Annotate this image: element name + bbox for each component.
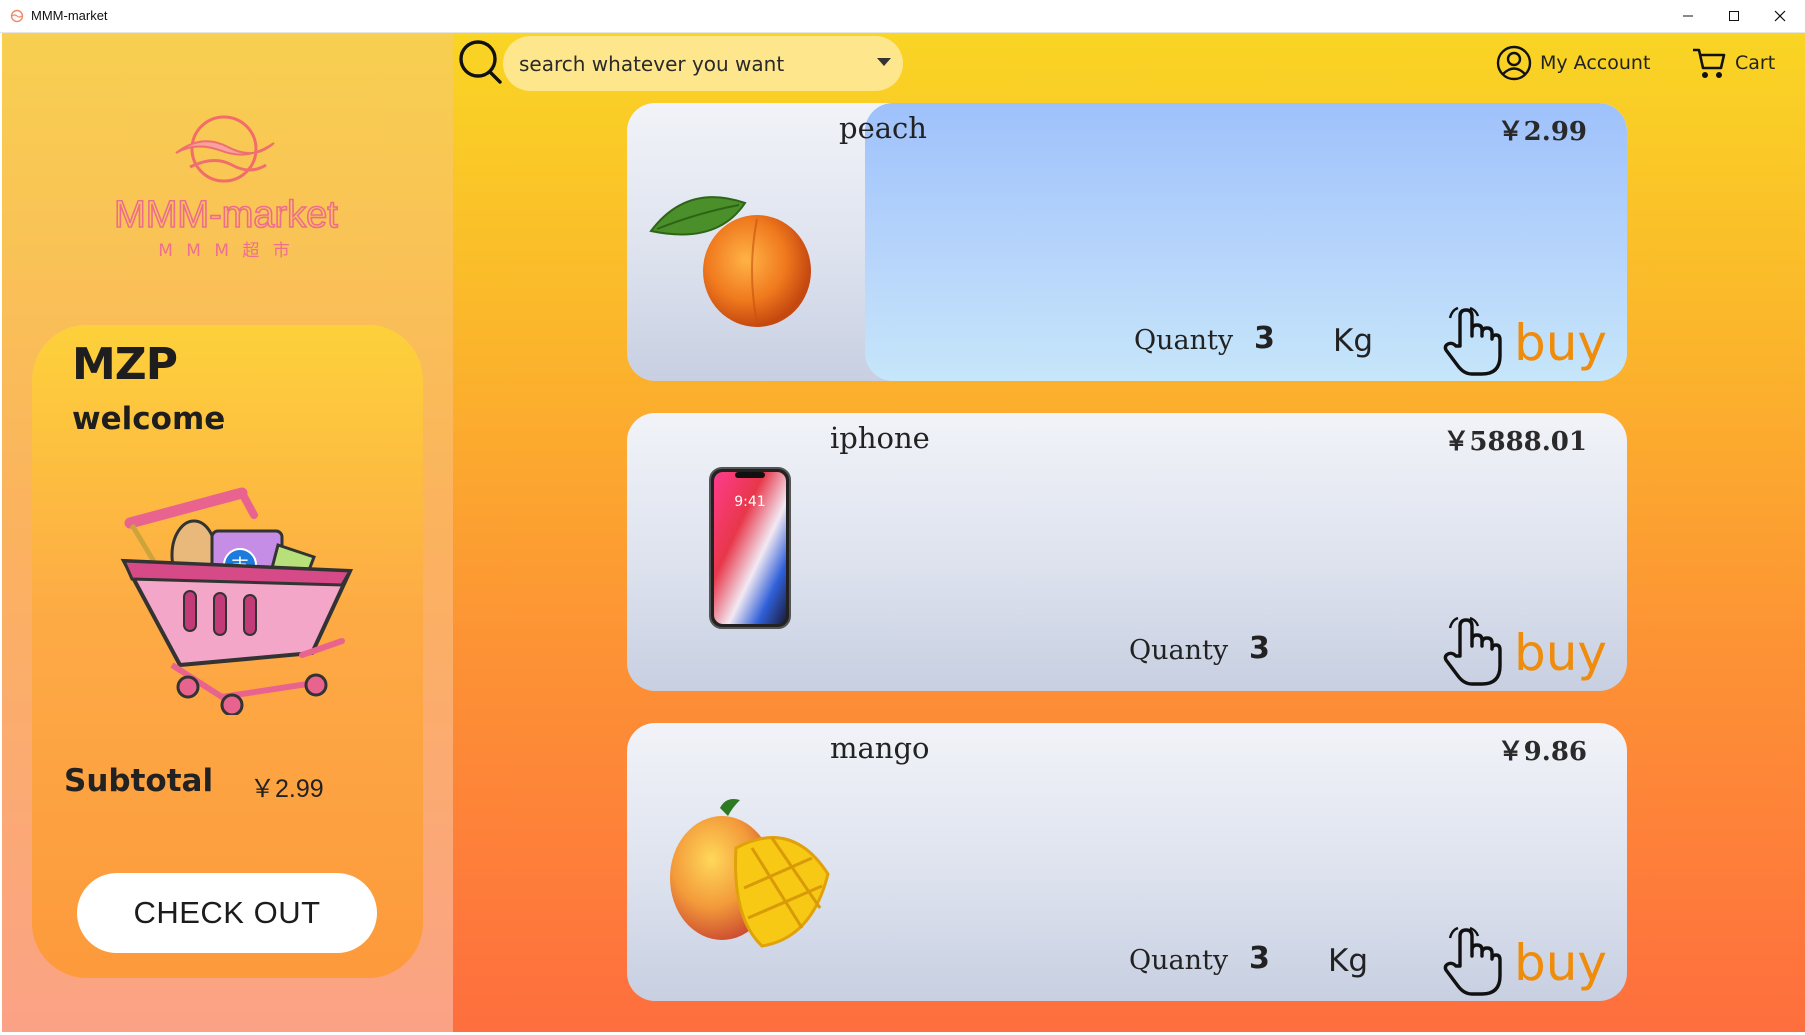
cart-icon: [1693, 48, 1726, 78]
product-price: ￥9.86: [1497, 737, 1587, 767]
quantity-value[interactable]: 3: [1249, 941, 1270, 976]
quantity-value[interactable]: 3: [1249, 631, 1270, 666]
cart-button[interactable]: Cart: [1691, 43, 1775, 83]
sidebar: MMM-market M M M 超 市 MZP welcome 支: [2, 33, 453, 1032]
logo-subtitle: M M M 超 市: [158, 241, 294, 261]
quantity-label: Quanty: [1134, 325, 1234, 356]
title-bar: MMM-market: [0, 0, 1805, 33]
cart-label: Cart: [1735, 52, 1776, 74]
minimize-button[interactable]: [1665, 0, 1711, 32]
maximize-button[interactable]: [1711, 0, 1757, 32]
iphone-image: 9:41: [709, 467, 791, 629]
buy-label: buy: [1513, 314, 1607, 372]
checkout-button[interactable]: CHECK OUT: [77, 873, 377, 953]
product-name: iphone: [830, 421, 930, 455]
minimize-icon: [1683, 15, 1693, 17]
product-price: ￥2.99: [1497, 117, 1587, 147]
welcome-text: welcome: [72, 401, 226, 437]
maximize-icon: [1729, 11, 1739, 21]
buy-button-mango[interactable]: buy: [1442, 918, 1607, 998]
pointing-hand-icon: [1443, 926, 1502, 996]
my-account-label: My Account: [1540, 52, 1651, 74]
close-icon: [1774, 10, 1786, 22]
window-title: MMM-market: [31, 8, 108, 23]
quantity-unit: Kg: [1333, 323, 1374, 359]
search-icon[interactable]: [457, 39, 503, 85]
buy-label: buy: [1513, 934, 1607, 992]
product-card-iphone: 9:41 iphone ￥5888.01 Quanty 3 buy: [627, 413, 1627, 691]
product-name: peach: [839, 111, 927, 145]
quantity-label: Quanty: [1129, 635, 1229, 666]
quantity-label: Quanty: [1129, 945, 1229, 976]
close-button[interactable]: [1757, 0, 1803, 32]
search-input[interactable]: [517, 49, 861, 79]
buy-label: buy: [1513, 624, 1607, 682]
subtotal-value: ￥2.99: [250, 775, 324, 803]
subtotal-label: Subtotal: [64, 763, 214, 799]
logo-wordmark: MMM-market: [114, 194, 338, 236]
peach-image: [649, 196, 811, 327]
user-name: MZP: [72, 339, 178, 390]
pointing-hand-icon: [1443, 306, 1502, 376]
search-dropdown-arrow-icon[interactable]: [877, 58, 891, 66]
svg-text:9:41: 9:41: [734, 494, 765, 510]
shopping-basket-icon: 支: [120, 487, 354, 715]
app-logo-icon: [10, 9, 24, 23]
mmm-market-logo: MMM-market M M M 超 市: [113, 115, 339, 261]
mango-image: [670, 799, 830, 948]
quantity-unit: Kg: [1328, 943, 1369, 979]
user-card: MZP welcome 支 Subtotal: [32, 325, 423, 978]
product-name: mango: [830, 731, 930, 765]
buy-button-peach[interactable]: buy: [1442, 298, 1607, 378]
pointing-hand-icon: [1443, 616, 1502, 686]
quantity-value[interactable]: 3: [1254, 321, 1275, 356]
user-icon: [1496, 45, 1532, 81]
product-card-mango: mango ￥9.86 Quanty 3 Kg buy: [627, 723, 1627, 1001]
product-price: ￥5888.01: [1443, 427, 1587, 457]
my-account-button[interactable]: My Account: [1496, 43, 1650, 83]
buy-button-iphone[interactable]: buy: [1442, 608, 1607, 688]
main-content: My Account Cart peach ￥2.99: [453, 33, 1805, 1032]
product-card-peach: peach ￥2.99 Quanty 3 Kg buy: [627, 103, 1627, 381]
